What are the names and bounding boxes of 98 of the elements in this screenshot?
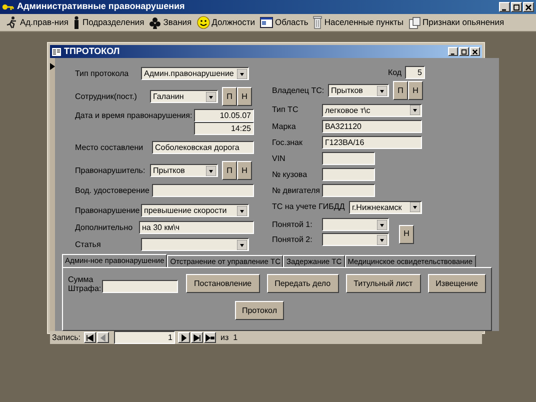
toolbar-button[interactable]: Населенные пункты — [313, 16, 404, 29]
input-field[interactable] — [322, 168, 375, 181]
dropdown-field[interactable]: превышение скорости — [141, 204, 249, 217]
field-label: № кузова — [272, 168, 308, 180]
key-icon — [2, 2, 14, 12]
window-title: Административные правонарушения — [17, 0, 185, 14]
field-label: Код — [388, 66, 403, 78]
dropdown-arrow-icon[interactable] — [206, 166, 216, 176]
document-icon — [408, 16, 421, 28]
last-record-icon[interactable] — [191, 332, 204, 343]
input-field[interactable]: Г123ВА/16 — [322, 136, 422, 149]
dropdown-arrow-icon[interactable] — [377, 220, 387, 230]
person-icon — [73, 16, 80, 29]
input-field[interactable] — [322, 152, 375, 165]
form-title: ТПРОТОКОЛ — [64, 44, 120, 58]
dropdown-arrow-icon[interactable] — [410, 105, 420, 115]
dropdown-arrow-icon[interactable] — [206, 92, 216, 102]
field-label: Владелец ТС: — [272, 84, 326, 96]
field-label: Вод. удостоверение — [75, 184, 150, 196]
input-field[interactable] — [152, 184, 254, 197]
field-label: Правонарушитель: — [75, 164, 146, 176]
record-label: Запись: — [52, 332, 80, 344]
input-field[interactable]: 1 — [114, 331, 176, 344]
dropdown-arrow-icon[interactable] — [410, 202, 420, 212]
toolbar-button[interactable]: Должности — [196, 16, 255, 29]
dropdown-field[interactable]: легковое т\с — [322, 104, 422, 116]
small-button[interactable]: П — [222, 161, 237, 180]
previous-record-icon[interactable] — [97, 332, 110, 343]
toolbar-button[interactable]: Область — [260, 16, 308, 29]
toolbar-button[interactable]: Подразделения — [73, 16, 144, 29]
field-label: Место составлени — [75, 142, 144, 154]
record-count: из 1 — [220, 332, 238, 344]
minimize-icon[interactable] — [499, 2, 510, 12]
input-field[interactable]: Соболековская дорога — [152, 141, 254, 154]
dropdown-arrow-icon[interactable] — [237, 68, 247, 78]
small-button[interactable]: Н — [237, 87, 252, 106]
dropdown-arrow-icon[interactable] — [237, 206, 247, 216]
input-field[interactable]: 14:25 — [194, 122, 254, 135]
form-icon — [52, 48, 61, 56]
dropdown-arrow-icon[interactable] — [377, 234, 387, 244]
smiley-icon — [196, 16, 210, 29]
field-label: Тип протокола — [75, 68, 130, 80]
field-label: Понятой 2: — [272, 234, 314, 246]
toolbar-button[interactable]: Признаки опьянения — [408, 16, 504, 29]
small-button[interactable]: П — [222, 87, 237, 106]
field-label: Статья — [75, 238, 102, 250]
field-label: Понятой 1: — [272, 218, 314, 230]
action-button[interactable]: Извещение — [428, 274, 486, 293]
dropdown-field[interactable]: г.Нижнекамск — [349, 200, 422, 214]
record-pointer-icon — [50, 63, 55, 70]
small-button[interactable]: Н — [408, 81, 423, 100]
field-label: VIN — [272, 152, 286, 164]
club-icon — [149, 16, 162, 28]
dropdown-arrow-icon[interactable] — [377, 86, 387, 96]
dropdown-field[interactable]: Прытков — [150, 164, 218, 177]
field-label: Марка — [272, 120, 297, 132]
field-label: Тип ТС — [272, 104, 300, 116]
input-field[interactable] — [102, 280, 178, 293]
next-record-icon[interactable] — [178, 332, 190, 343]
dropdown-field[interactable]: Галанин — [150, 90, 218, 103]
input-field[interactable]: на 30 км\ч — [139, 221, 254, 234]
dropdown-arrow-icon[interactable] — [237, 240, 247, 250]
dropdown-field[interactable] — [141, 238, 249, 251]
dropdown-field[interactable] — [322, 233, 389, 246]
small-button[interactable]: Н — [399, 224, 414, 244]
maximize-icon[interactable] — [511, 2, 522, 12]
field-label: Гос.знак — [272, 136, 304, 148]
toolbar-button[interactable]: Ад.прав-ния — [6, 16, 68, 29]
maximize-icon[interactable] — [459, 47, 469, 56]
protocol-button[interactable]: Протокол — [234, 301, 284, 320]
small-button[interactable]: Н — [237, 161, 252, 180]
input-field[interactable]: ВА321120 — [322, 120, 422, 133]
fine-label: Сумма Штрафа: — [68, 274, 102, 292]
action-button[interactable]: Постановление — [186, 274, 260, 293]
minimize-icon[interactable] — [448, 47, 458, 56]
field-label: ТС на учете ГИБДД — [272, 201, 346, 213]
action-button[interactable]: Титульный лист — [346, 274, 421, 293]
input-field[interactable]: 10.05.07 — [194, 109, 254, 122]
window-icon — [260, 17, 273, 28]
running-figure-icon — [6, 16, 18, 29]
dropdown-field[interactable]: Админ.правонарушение — [141, 67, 249, 80]
input-field[interactable] — [322, 184, 375, 197]
toolbar-button[interactable]: Звания — [149, 16, 192, 29]
field-label: № двигателя — [272, 184, 321, 196]
trash-can-icon — [313, 16, 322, 29]
small-button[interactable]: П — [393, 81, 408, 100]
close-icon[interactable] — [470, 47, 480, 56]
close-icon[interactable] — [523, 2, 534, 12]
field-label: Дополнительно — [75, 222, 134, 234]
new-record-icon[interactable] — [204, 332, 216, 343]
dropdown-field[interactable] — [322, 218, 389, 231]
first-record-icon[interactable] — [84, 332, 96, 343]
field-label: Дата и время правонарушения: — [75, 110, 194, 122]
field-label: Правонарушение — [75, 204, 141, 216]
input-field[interactable]: 5 — [405, 66, 425, 79]
field-label: Сотрудник(пост.) — [75, 90, 138, 102]
dropdown-field[interactable]: Прытков — [328, 84, 389, 97]
action-button[interactable]: Передать дело — [266, 274, 339, 293]
